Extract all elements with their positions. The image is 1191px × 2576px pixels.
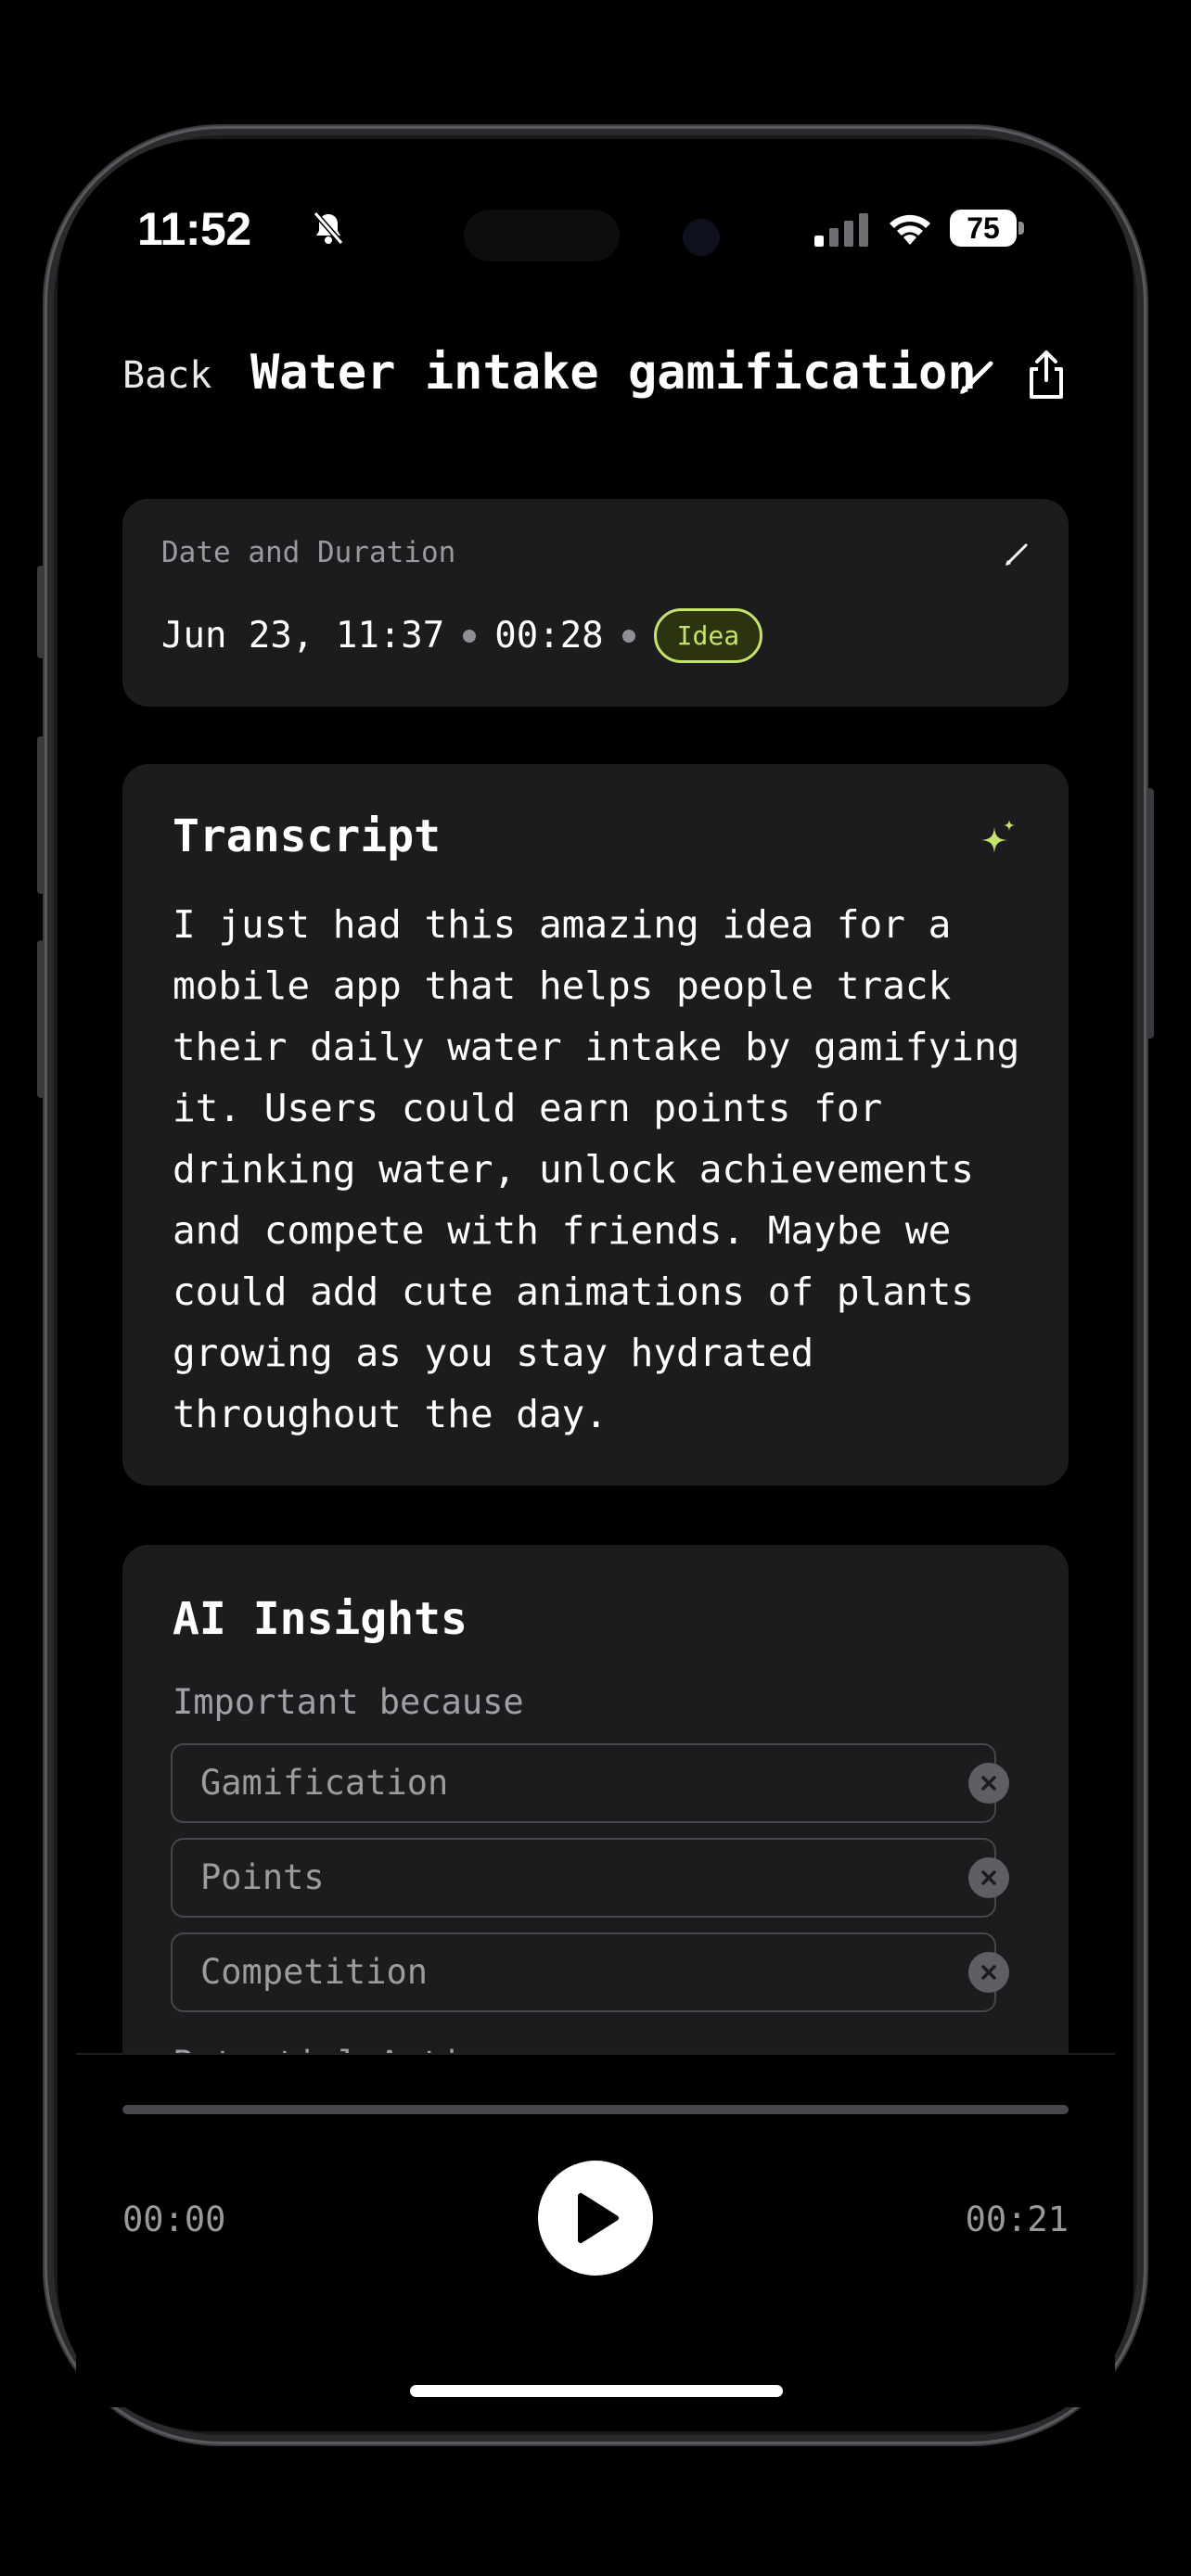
date-duration-row: Jun 23, 11:37 00:28 Idea — [161, 608, 763, 663]
page-title: Water intake gamification — [250, 345, 977, 401]
playback-progress-bar[interactable] — [122, 2105, 1069, 2114]
separator-dot — [463, 629, 477, 643]
remove-icon[interactable] — [968, 1857, 1009, 1898]
battery-level: 75 — [950, 210, 1017, 247]
battery-cap — [1018, 222, 1024, 235]
insight-item[interactable]: Gamification — [171, 1743, 996, 1823]
camera — [683, 219, 720, 256]
play-button[interactable] — [538, 2161, 653, 2276]
sparkle-icon[interactable] — [976, 818, 1018, 861]
battery-icon: 75 — [950, 210, 1024, 247]
back-button[interactable]: Back — [122, 354, 211, 397]
wifi-icon — [890, 214, 930, 245]
dynamic-island — [464, 210, 620, 261]
ai-insights-card: AI Insights Important because Gamificati… — [122, 1545, 1069, 2101]
bell-slash-icon — [313, 211, 344, 245]
transcript-text: I just had this amazing idea for a mobil… — [173, 902, 1020, 1436]
pencil-icon[interactable] — [1004, 542, 1030, 567]
signal-icon — [814, 213, 868, 247]
date-duration-card: Date and Duration Jun 23, 11:37 00:28 Id… — [122, 499, 1069, 707]
remove-icon[interactable] — [968, 1952, 1009, 1993]
status-time: 11:52 — [137, 203, 251, 255]
insight-item[interactable]: Points — [171, 1838, 996, 1918]
pencil-icon[interactable] — [957, 356, 998, 397]
transcript-title: Transcript — [173, 810, 441, 862]
volume-down-button — [37, 940, 45, 1098]
total-time: 00:21 — [965, 2200, 1069, 2239]
ai-insights-title: AI Insights — [173, 1593, 467, 1645]
transcript-card: Transcript I just had this amazing idea … — [122, 764, 1069, 1486]
category-tag[interactable]: Idea — [653, 608, 763, 663]
remove-icon[interactable] — [968, 1763, 1009, 1804]
power-button — [1146, 788, 1154, 1039]
share-icon[interactable] — [1024, 349, 1069, 401]
recording-date: Jun 23, 11:37 — [161, 615, 445, 657]
separator-dot — [621, 629, 635, 643]
play-icon — [578, 2193, 619, 2243]
important-because-label: Important because — [173, 1682, 524, 1722]
recording-duration: 00:28 — [494, 615, 604, 657]
volume-up-button — [37, 736, 45, 894]
action-button — [37, 566, 45, 658]
date-duration-label: Date and Duration — [161, 536, 456, 569]
home-indicator[interactable] — [410, 2385, 783, 2397]
insight-item[interactable]: Competition — [171, 1932, 996, 2012]
current-time: 00:00 — [122, 2200, 226, 2239]
